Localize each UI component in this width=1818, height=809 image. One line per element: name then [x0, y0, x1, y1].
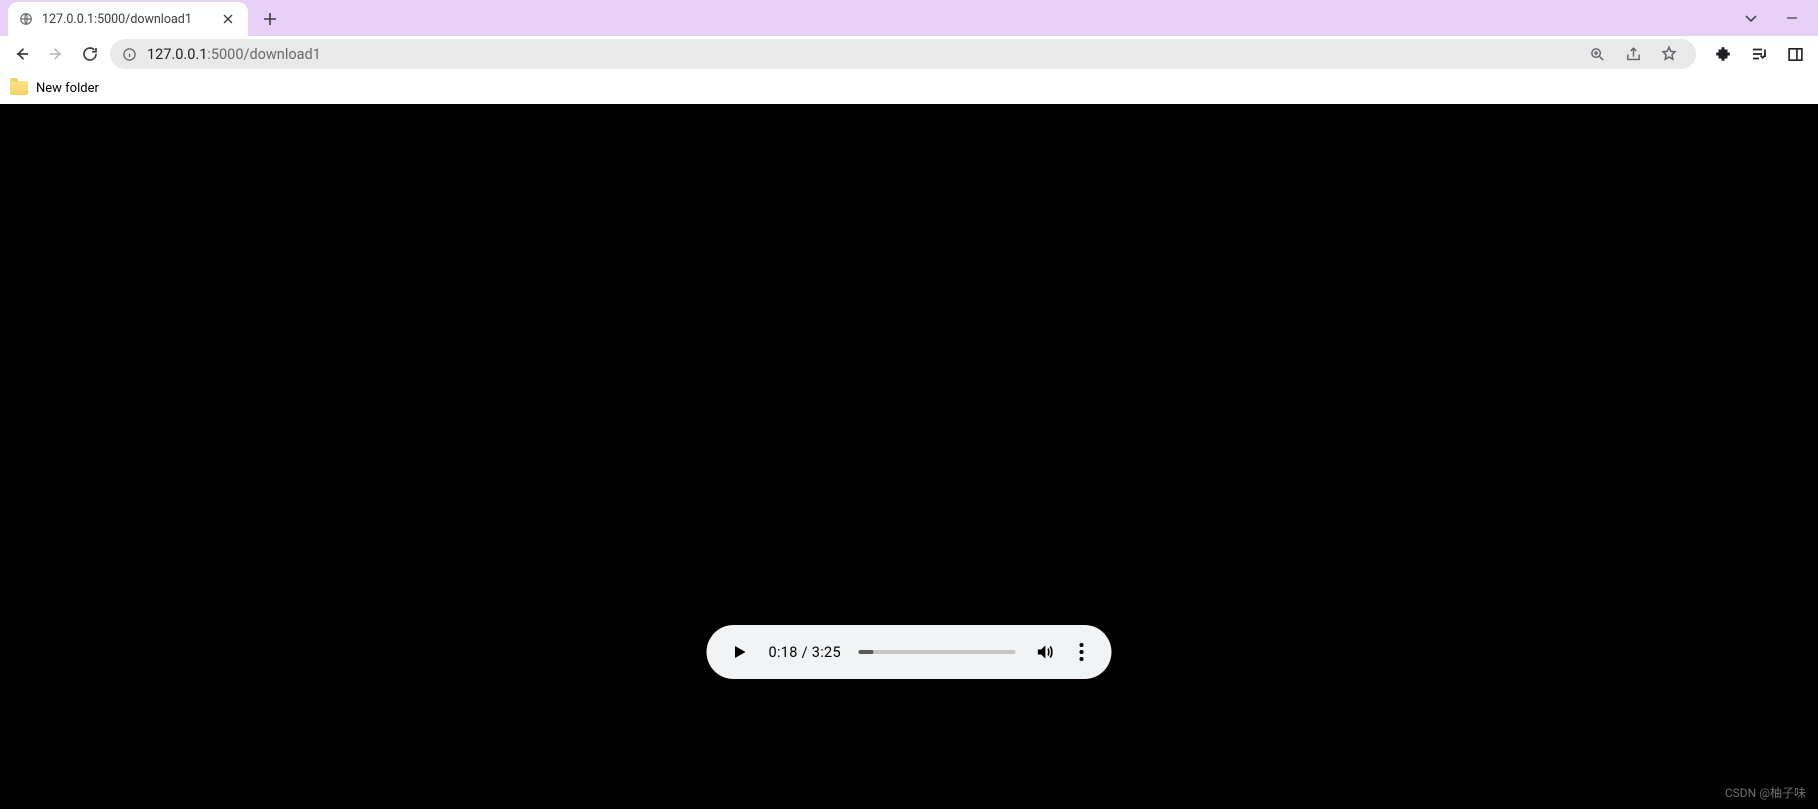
forward-button[interactable]: [42, 40, 70, 68]
site-info-icon[interactable]: [122, 47, 137, 62]
bookmark-star-icon[interactable]: [1658, 43, 1680, 65]
more-options-button[interactable]: [1074, 641, 1090, 663]
time-display: 0:18 / 3:25: [769, 644, 841, 661]
reading-list-icon[interactable]: [1748, 43, 1770, 65]
side-panel-icon[interactable]: [1784, 43, 1806, 65]
tab-strip: 127.0.0.1:5000/download1: [0, 0, 1818, 36]
address-bar[interactable]: 127.0.0.1:5000/download1: [110, 39, 1696, 69]
bookmark-label: New folder: [36, 81, 99, 96]
share-icon[interactable]: [1622, 43, 1644, 65]
browser-tab[interactable]: 127.0.0.1:5000/download1: [8, 2, 248, 36]
minimize-button[interactable]: [1786, 12, 1798, 24]
reload-button[interactable]: [76, 40, 104, 68]
extensions-icon[interactable]: [1712, 43, 1734, 65]
toolbar: 127.0.0.1:5000/download1: [0, 36, 1818, 72]
media-player: 0:18 / 3:25: [707, 625, 1112, 679]
new-tab-button[interactable]: [256, 5, 284, 33]
window-controls: [1744, 0, 1810, 36]
tab-title: 127.0.0.1:5000/download1: [42, 12, 212, 27]
seek-progress: [859, 650, 873, 654]
close-tab-button[interactable]: [220, 11, 236, 27]
omnibox-actions: [1576, 43, 1684, 65]
bookmarks-bar: New folder: [0, 72, 1818, 104]
play-button[interactable]: [729, 641, 751, 663]
page-content: 0:18 / 3:25: [0, 104, 1818, 809]
volume-button[interactable]: [1034, 641, 1056, 663]
folder-icon: [10, 81, 28, 95]
url-text: 127.0.0.1:5000/download1: [147, 46, 321, 63]
globe-icon: [18, 11, 34, 27]
seek-slider[interactable]: [859, 650, 1016, 654]
zoom-icon[interactable]: [1586, 43, 1608, 65]
tab-search-button[interactable]: [1744, 11, 1758, 25]
bookmark-folder[interactable]: New folder: [10, 81, 99, 96]
back-button[interactable]: [8, 40, 36, 68]
toolbar-right: [1702, 43, 1810, 65]
